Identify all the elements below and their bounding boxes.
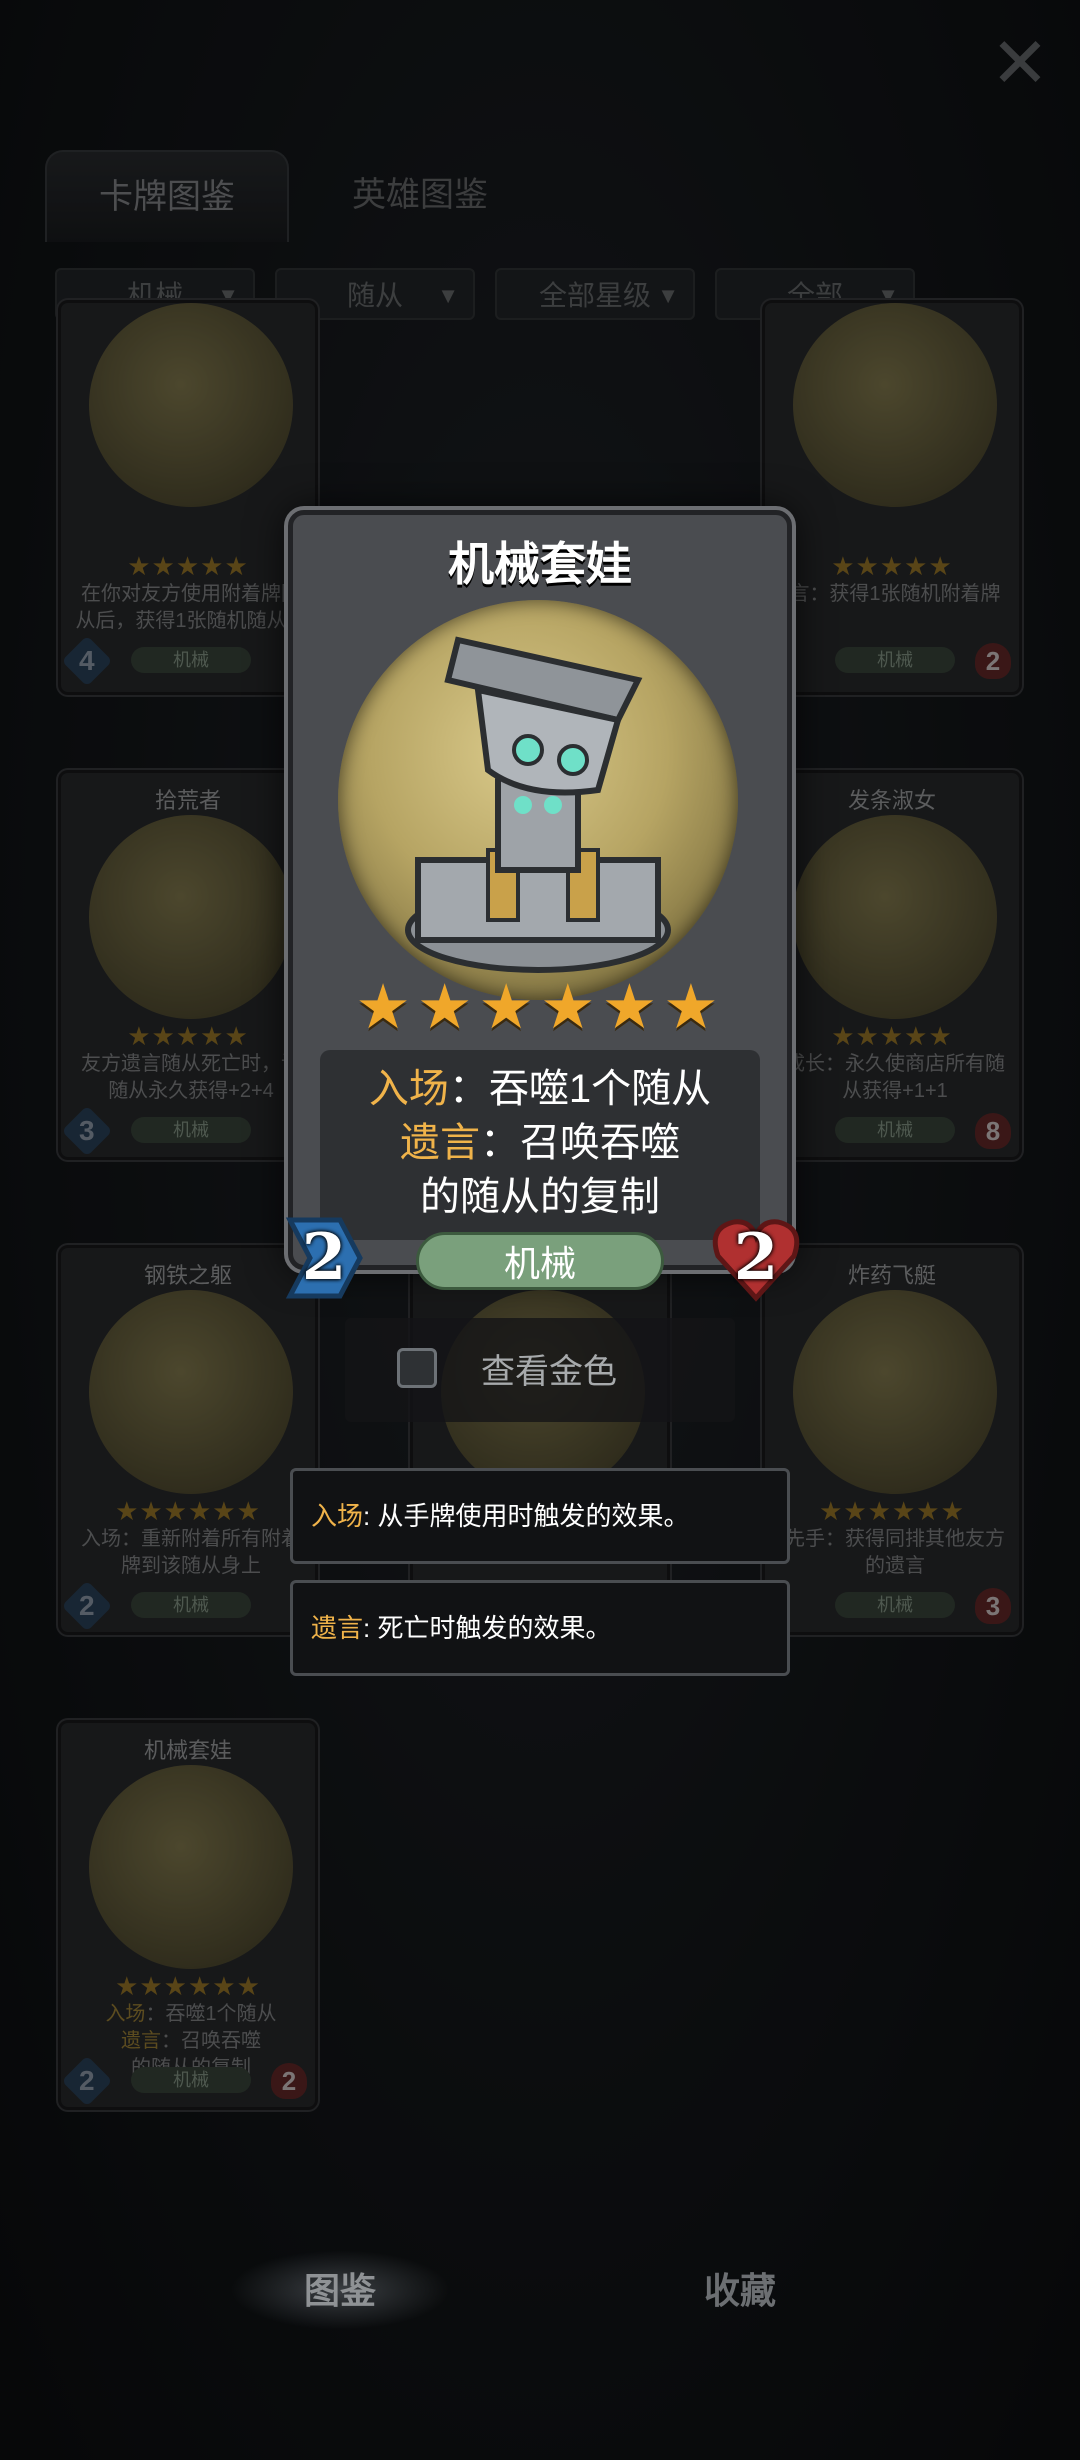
card-tribe: 机械 [131, 2067, 251, 2093]
card-art [89, 815, 293, 1019]
card-tribe: 机械 [835, 1592, 955, 1618]
card-tribe: 机械 [131, 647, 251, 673]
detail-card-art [338, 600, 738, 1000]
card-art [793, 815, 997, 1019]
tooltip-battlecry: 入场: 从手牌使用时触发的效果。 [290, 1468, 790, 1564]
card-attack: 4 [61, 635, 113, 687]
robot-icon [405, 636, 671, 973]
view-gold-toggle[interactable]: 查看金色 [345, 1318, 735, 1422]
card-art [89, 1765, 293, 1969]
card-stars: ★★★★★★ [819, 1496, 965, 1526]
tooltip-deathrattle: 遗言: 死亡时触发的效果。 [290, 1580, 790, 1676]
card-tribe: 机械 [131, 1117, 251, 1143]
card-attack: 2 [61, 1580, 113, 1632]
card-attack: 3 [61, 1105, 113, 1157]
screen: ✕ 卡牌图鉴 英雄图鉴 机械 ▼ 随从 ▼ 全部星级 ▼ 全部 ▼ ★★★★★ 在你对友… [0, 0, 1080, 2460]
chevron-down-icon: ▼ [657, 283, 679, 308]
detail-card-tribe: 机械 [416, 1232, 664, 1290]
close-icon[interactable]: ✕ [985, 28, 1055, 98]
card-health: 8 [975, 1113, 1011, 1149]
tab-card-codex[interactable]: 卡牌图鉴 [45, 150, 289, 242]
detail-card: 机械套娃 ★★★★★★ 入场：吞噬1个随从 遗言：召唤吞噬 的随从的复制 2 机… [268, 510, 812, 1308]
tab-hero-codex[interactable]: 英雄图鉴 [330, 150, 510, 240]
bottom-nav: 图鉴 收藏 [0, 2240, 1080, 2340]
card-tribe: 机械 [835, 1117, 955, 1143]
card-name: 机械套娃 [143, 1738, 232, 1763]
detail-card-line-2: 遗言：召唤吞噬 [400, 1121, 680, 1165]
card-tile-mech-matryoshka[interactable]: 机械套娃 ★★★★★★ 入场：吞噬1个随从 遗言：召唤吞噬 的随从的复制 机械 … [58, 1720, 318, 2110]
detail-card-health-value: 2 [733, 1220, 779, 1295]
chevron-down-icon: ▼ [437, 283, 459, 308]
card-art [793, 1290, 997, 1494]
card-tribe: 机械 [835, 647, 955, 673]
card-tribe: 机械 [131, 1592, 251, 1618]
filter-stars-label: 全部星级 [538, 280, 651, 311]
filter-stars[interactable]: 全部星级 ▼ [495, 268, 695, 320]
detail-card-line-1: 入场：吞噬1个随从 [368, 1067, 712, 1111]
card-health: 2 [271, 2063, 307, 2099]
nav-collection[interactable]: 收藏 [704, 2262, 776, 2314]
card-stars: ★★★★★★ [115, 1496, 261, 1526]
card-health: 3 [975, 1588, 1011, 1624]
card-art [89, 303, 293, 507]
nav-codex[interactable]: 图鉴 [304, 2262, 376, 2314]
card-stars: ★★★★★★ [115, 1971, 261, 2001]
detail-card-attack-value: 2 [301, 1220, 347, 1295]
card-desc: 言：获得1张随机附着牌 [789, 583, 1001, 605]
card-desc: 成长：永久使商店所有随从获得+1+1 [785, 1053, 1005, 1102]
card-art [89, 1290, 293, 1494]
view-gold-label: 查看金色 [481, 1353, 617, 1391]
card-health: 2 [975, 643, 1011, 679]
card-art [793, 303, 997, 507]
card-desc: 入场：重新附着所有附着牌到该随从身上 [81, 1528, 301, 1577]
detail-card-attack: 2 [280, 1210, 368, 1306]
detail-card-stars: ★★★★★★ [355, 973, 725, 1042]
detail-card-health: 2 [708, 1210, 804, 1306]
card-desc: 先手：获得同排其他友方的遗言 [785, 1528, 1005, 1577]
detail-card-title: 机械套娃 [448, 538, 632, 590]
view-gold-checkbox[interactable] [397, 1348, 437, 1388]
filter-type-label: 随从 [346, 280, 403, 311]
